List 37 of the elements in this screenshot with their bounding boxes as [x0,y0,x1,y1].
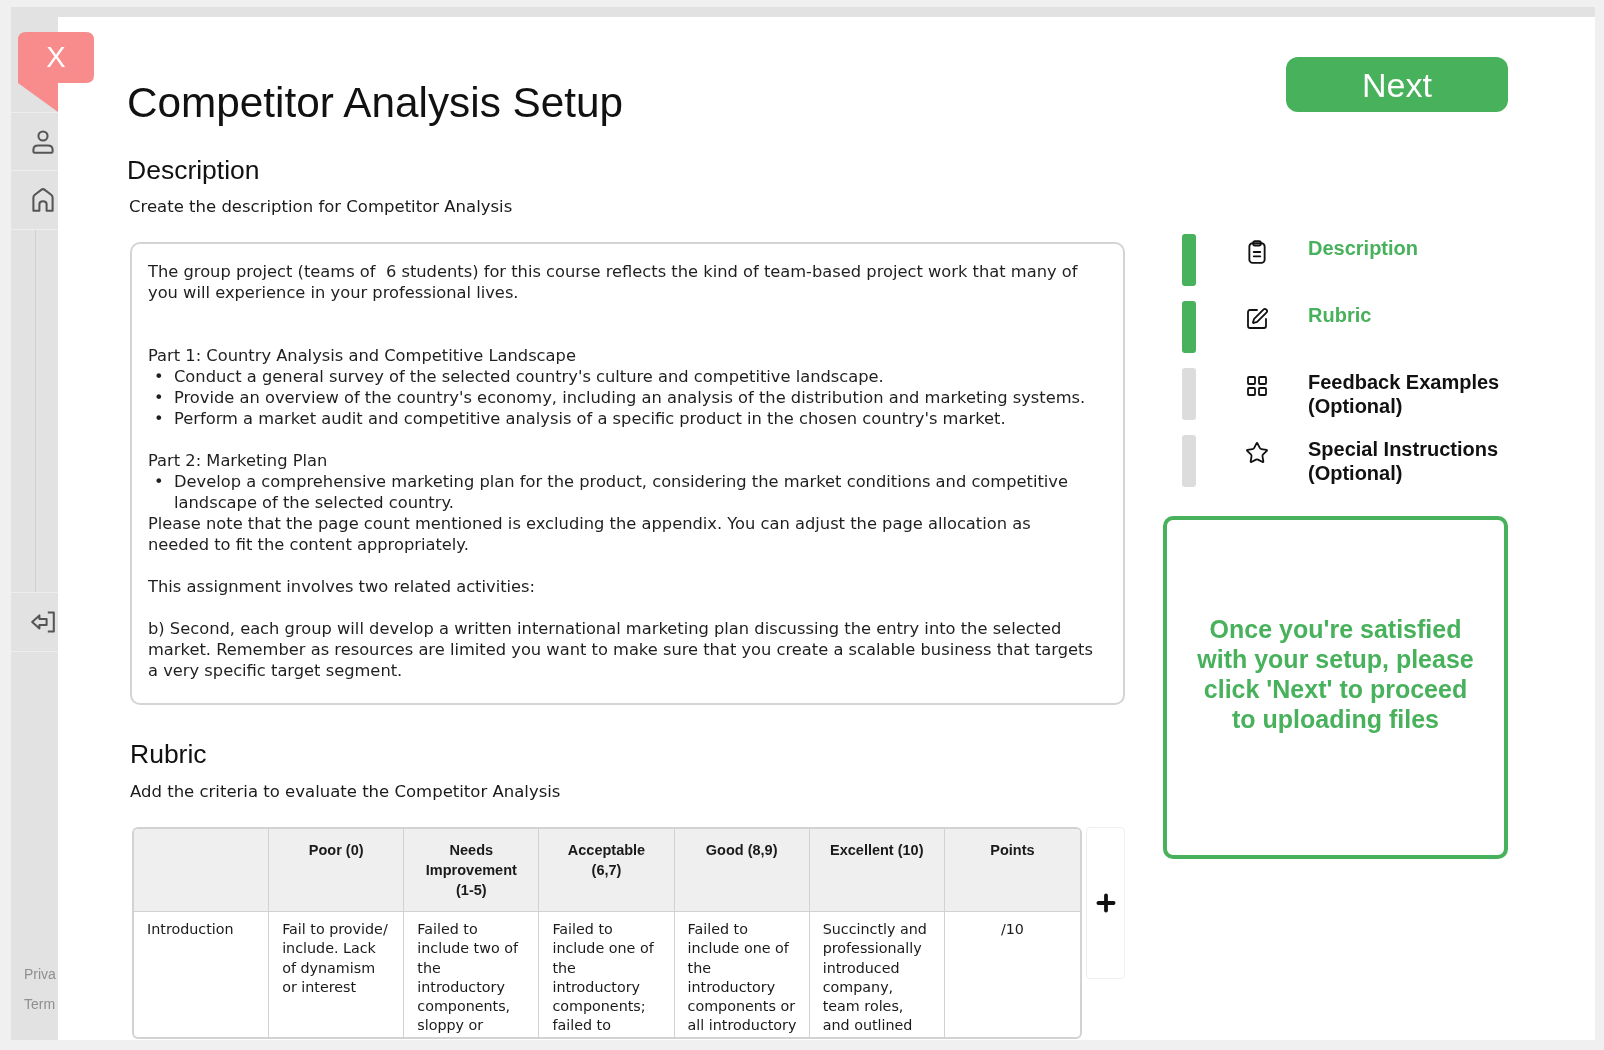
table-cell: Failed to include one of the introductory components; failed to [539,912,675,1037]
page-title: Competitor Analysis Setup [127,79,624,127]
table-cell-text: /10 [999,920,1025,939]
column-header: Points [944,829,1080,912]
table-cell: Failed to include one of the introductory components or all introductory [674,912,810,1037]
column-header: Poor (0) [269,829,405,912]
step-label[interactable]: Description [1308,234,1419,261]
table-cell: Succinctly and professionally introduced company, team roles, and outlined [809,912,945,1037]
section-hint: Add the criteria to evaluate the Competitor Analysis [130,781,561,803]
add-column-button[interactable] [1086,827,1125,979]
section-hint: Create the description for Competitor Analysis [129,196,513,218]
clipboard-icon [1245,240,1269,264]
section-heading: Rubric [130,738,207,770]
description-field[interactable]: The group project (teams of 6 students) for this course reflects the kind of team-based project work that many of you will experience in your professional lives. Part 1: Country Analysis and Competitive Landscape • Conduct a general survey of the selected country's culture and competitive landscape. • Provide an overview of the country's economy, including an analysis of the distribution and marketing systems. • Perform a market audit and competitive analysis of a specific product in the chosen country's market. Part 2: Marketing Plan • Develop a comprehensive marketing plan for the product, considering the market conditions and competitive landscape of the selected country. Please note that the page count mentioned is excluding the appendix. You can adjust the page allocation as needed to fit the content appropriately. This assignment involves two related activities: b) Second, each group will develop a written international marketing plan discussing the entry into the selected market. Remember as resources are limited you want to make sure that you create a scalable business that targets a very specific target segment. [130,242,1125,705]
next-button[interactable]: Next [1286,57,1508,112]
step-label[interactable]: Special Instructions (Optional) [1308,435,1508,485]
pencil-square-icon [1245,307,1269,331]
home-icon [31,188,55,212]
section-heading: Description [127,154,260,186]
column-header: Needs Improvement (1-5) [404,829,540,912]
step-label[interactable]: Feedback Examples (Optional) [1308,368,1508,418]
footer-link[interactable]: Term [24,989,56,1019]
star-icon [1245,441,1269,465]
table-cell: Fail to provide/ include. Lack of dynamism or interest [269,912,405,1037]
home-nav-button[interactable] [11,170,58,230]
step-label[interactable]: Rubric [1308,301,1372,328]
column-header: Good (8,9) [674,829,810,912]
notice-text: Once you're satisfied with your setup, please click 'Next' to proceed to uploading files [1196,613,1475,734]
logout-icon [31,610,55,634]
person-icon [31,129,55,154]
column-header: Acceptable (6,7) [539,829,675,912]
column-header: Excellent (10) [809,829,945,912]
table-cell: Introduction [134,912,270,1037]
logout-nav-button[interactable] [11,592,58,652]
table-cell: Failed to include two of the introductory components, sloppy or [404,912,540,1037]
grid-icon [1245,374,1269,398]
footer-link[interactable]: Priva [24,959,56,989]
